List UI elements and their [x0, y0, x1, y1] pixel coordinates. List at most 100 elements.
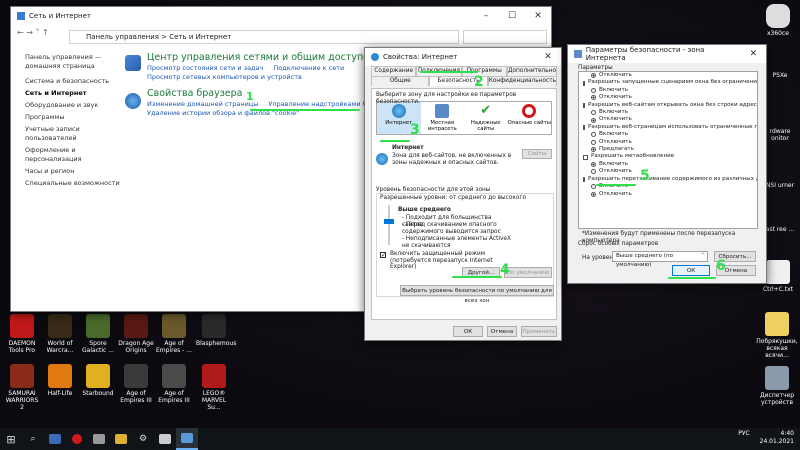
close-button[interactable]: ✕	[525, 7, 551, 25]
explorer-icon[interactable]	[110, 428, 132, 450]
desktop-icon-label: LEGO® MARVEL Su...	[201, 390, 227, 411]
radio-button[interactable]	[591, 162, 596, 168]
dialog-close-button[interactable]: ✕	[741, 45, 766, 63]
setting-option[interactable]: Отключить	[579, 191, 757, 198]
desktop-icon[interactable]: NSI urner	[764, 182, 796, 189]
setting-option[interactable]: Включить	[579, 87, 757, 94]
radio-button[interactable]	[591, 139, 596, 145]
tab-general[interactable]: Общие	[371, 76, 430, 86]
tab-content[interactable]: Содержание	[371, 66, 417, 76]
clock-date[interactable]: 24.01.2021	[760, 438, 794, 445]
setting-option[interactable]: Включить	[579, 109, 757, 116]
radio-button[interactable]	[591, 117, 596, 123]
desktop-icon[interactable]: Age of Empires III	[156, 364, 192, 404]
breadcrumb-text: Панель управления > Сеть и Интернет	[86, 33, 232, 41]
radio-button[interactable]	[591, 88, 596, 94]
radio-button[interactable]	[591, 95, 596, 101]
protected-mode-checkbox[interactable]: ✓	[380, 252, 386, 259]
ok-button[interactable]: ОК	[672, 265, 710, 276]
radio-button[interactable]	[591, 169, 596, 175]
reset-level-select[interactable]: Выше среднего (по умолчанию) ˅	[612, 251, 708, 268]
tab-advanced[interactable]: Дополнительно	[506, 66, 558, 76]
sidebar-item-appearance[interactable]: Оформление и персонализация	[25, 146, 125, 164]
task-view-icon[interactable]	[44, 428, 66, 450]
zone-trusted[interactable]: ✔ Надежные сайты	[464, 102, 508, 134]
radio-button[interactable]	[591, 110, 596, 116]
control-panel-taskbar-icon[interactable]	[176, 428, 198, 450]
system-tray[interactable]: РУС 4:40 24.01.2021	[738, 430, 794, 446]
setting-option[interactable]: Предлагать	[579, 146, 757, 153]
network-center-title[interactable]: Центр управления сетями и общим доступом	[147, 53, 376, 63]
desktop-icon[interactable]: SAMURAI WARRIORS 2	[4, 364, 40, 411]
store-icon[interactable]	[88, 428, 110, 450]
zone-restricted[interactable]: Опасные сайты	[508, 102, 552, 134]
globe-icon	[376, 153, 388, 165]
reset-all-zones-button[interactable]: Выбрать уровень безопасности по умолчани…	[400, 285, 554, 304]
desktop-icon[interactable]: Диспетчер устройств	[756, 366, 798, 406]
desktop-icon[interactable]: Starbound	[80, 364, 116, 397]
sidebar-item-home[interactable]: Панель управления — домашняя страница	[25, 53, 125, 71]
view-network-computers-link[interactable]: Просмотр сетевых компьютеров и устройств	[147, 73, 302, 81]
search-input[interactable]	[463, 30, 547, 44]
radio-button[interactable]	[591, 191, 596, 197]
sidebar-item-programs[interactable]: Программы	[25, 113, 125, 122]
setting-heading: Разрешить перетаскивание содержимого из …	[579, 176, 757, 183]
window-app-icon[interactable]	[154, 428, 176, 450]
cancel-button[interactable]: Отмена	[487, 326, 517, 337]
desktop-icon[interactable]: Age of Empires - ...	[156, 314, 192, 354]
settings-icon[interactable]: ⚙	[132, 428, 154, 450]
breadcrumb[interactable]: Панель управления > Сеть и Интернет	[69, 30, 459, 44]
desktop-icon[interactable]: x360ce	[760, 4, 796, 37]
dialog-close-button[interactable]: ✕	[535, 48, 561, 66]
desktop-icon[interactable]: ast ree ...	[764, 226, 796, 233]
clock-time[interactable]: 4:40	[781, 430, 794, 437]
radio-button[interactable]	[591, 73, 596, 79]
desktop-icon[interactable]: LEGO® MARVEL Su...	[196, 364, 232, 411]
desktop-icon[interactable]: Half-Life	[42, 364, 78, 397]
setting-option[interactable]: Отключить	[579, 116, 757, 123]
setting-option[interactable]: Отключить	[579, 94, 757, 101]
desktop-icon[interactable]: Spore Galactic ...	[80, 314, 116, 354]
tab-privacy[interactable]: Конфиденциальность	[487, 76, 557, 86]
language-indicator[interactable]: РУС	[738, 430, 749, 437]
setting-option[interactable]: Включить	[579, 131, 757, 138]
setting-option[interactable]: Отключить	[579, 168, 757, 175]
desktop-icon[interactable]: PSXe	[764, 72, 796, 79]
radio-button[interactable]	[591, 147, 596, 153]
tabs: Содержание Подключения Программы Дополни…	[371, 66, 558, 86]
desktop-icon[interactable]: Побрякушки, всякая всячи...	[756, 312, 798, 359]
restricted-icon	[522, 104, 537, 118]
apply-button[interactable]: Применить	[521, 326, 557, 337]
nav-arrows[interactable]: ← → ˅ ↑	[17, 29, 49, 37]
sidebar-item-hardware[interactable]: Оборудование и звук	[25, 101, 125, 110]
opera-icon[interactable]	[66, 428, 88, 450]
radio-button[interactable]	[591, 132, 596, 138]
default-level-button[interactable]: По умолчанию	[504, 267, 552, 278]
desktop-icon[interactable]: World of Warcra...	[42, 314, 78, 354]
connect-network-link[interactable]: Подключение к сети	[273, 64, 344, 72]
slider-thumb[interactable]	[384, 219, 394, 224]
sidebar-item-accessibility[interactable]: Специальные возможности	[25, 179, 125, 188]
settings-list[interactable]: Отключить Разрешить запущенные сценарием …	[578, 71, 758, 229]
sidebar-item-clock[interactable]: Часы и регион	[25, 167, 125, 176]
view-network-status-link[interactable]: Просмотр состояния сети и задач	[147, 64, 263, 72]
maximize-button[interactable]: ☐	[499, 7, 525, 25]
change-homepage-link[interactable]: Изменение домашней страницы	[147, 100, 258, 108]
sites-button[interactable]: Сайты	[522, 149, 552, 159]
start-button[interactable]: ⊞	[0, 428, 22, 450]
desktop-icon[interactable]: DAEMON Tools Pro	[4, 314, 40, 354]
zone-intranet[interactable]: Местная интрасеть	[421, 102, 465, 134]
sidebar-item-accounts[interactable]: Учетные записи пользователей	[25, 125, 125, 143]
search-icon[interactable]: ⌕	[22, 428, 44, 450]
desktop-icon[interactable]: Blasphemous	[196, 314, 236, 347]
setting-option[interactable]: Включить	[579, 161, 757, 168]
sidebar-item-security[interactable]: Система и безопасность	[25, 77, 125, 86]
minimize-button[interactable]: –	[473, 7, 499, 25]
desktop-icon[interactable]: rdware onitor	[764, 128, 796, 142]
setting-option[interactable]: Отключить	[579, 139, 757, 146]
security-slider[interactable]	[384, 205, 394, 245]
desktop-icon[interactable]: Age of Empires III	[118, 364, 154, 404]
settings-icon	[574, 50, 582, 58]
ok-button[interactable]: ОК	[453, 326, 483, 337]
desktop-icon[interactable]: Dragon Age Origins	[118, 314, 154, 354]
